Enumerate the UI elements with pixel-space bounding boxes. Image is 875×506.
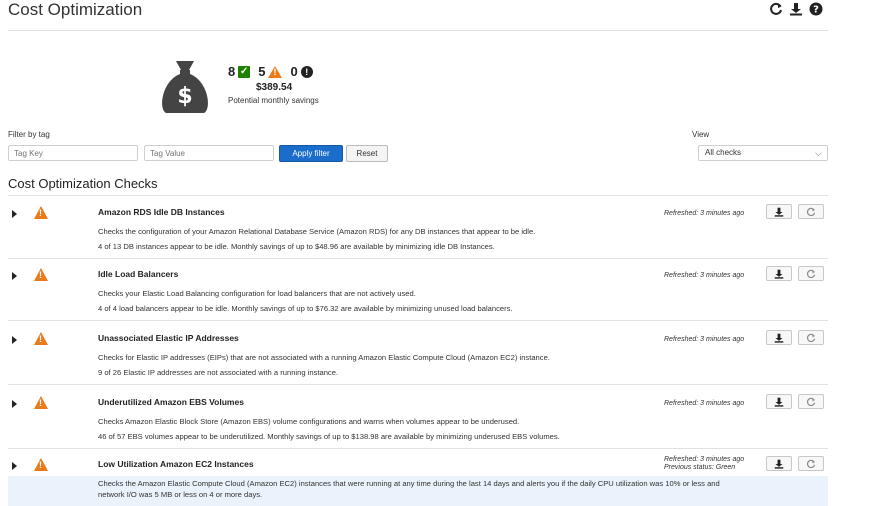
chevron-down-icon: ⌵: [815, 148, 822, 158]
download-icon: [774, 207, 784, 217]
download-button[interactable]: [766, 394, 792, 409]
refresh-icon: [806, 269, 816, 278]
download-button[interactable]: [766, 204, 792, 219]
svg-text:$: $: [177, 84, 192, 109]
check-result: 9 of 26 Elastic IP addresses are not ass…: [98, 368, 339, 377]
expand-caret-icon[interactable]: [12, 400, 17, 408]
check-name[interactable]: Low Utilization Amazon EC2 Instances: [98, 459, 254, 469]
check-name[interactable]: Unassociated Elastic IP Addresses: [98, 333, 239, 343]
row-divider: [8, 320, 828, 321]
refresh-icon: [806, 397, 816, 406]
refreshed-time: Refreshed: 3 minutes ago: [664, 272, 745, 279]
download-icon: [774, 333, 784, 343]
refresh-button[interactable]: [798, 204, 824, 219]
check-result: 4 of 13 DB instances appear to be idle. …: [98, 242, 495, 251]
ok-count: 8: [228, 64, 236, 79]
check-row[interactable]: Underutilized Amazon EBS Volumes Checks …: [0, 394, 875, 450]
warning-icon: [34, 458, 48, 471]
svg-text:?: ?: [813, 4, 819, 15]
check-row[interactable]: Low Utilization Amazon EC2 Instances Che…: [0, 456, 875, 506]
check-description: Checks Amazon Elastic Block Store (Amazo…: [98, 417, 520, 426]
expand-caret-icon[interactable]: [12, 336, 17, 344]
reset-button[interactable]: Reset: [346, 145, 388, 162]
tag-value-input[interactable]: [144, 145, 274, 161]
check-row[interactable]: Unassociated Elastic IP Addresses Checks…: [0, 330, 875, 386]
money-bag-icon: $: [156, 57, 214, 115]
filter-by-tag-label: Filter by tag: [8, 130, 50, 139]
header-actions: ?: [768, 0, 824, 17]
refreshed-time: Refreshed: 3 minutes ago: [664, 210, 745, 217]
help-icon[interactable]: ?: [808, 0, 824, 17]
check-result: 4 of 4 load balancers appear to be idle.…: [98, 304, 513, 313]
previous-status: Previous status: Green: [664, 464, 736, 471]
refresh-button[interactable]: [798, 266, 824, 281]
refresh-icon: [806, 333, 816, 342]
savings-amount: $389.54: [256, 82, 293, 93]
apply-filter-button[interactable]: Apply filter: [279, 145, 343, 162]
download-icon: [774, 269, 784, 279]
refresh-icon[interactable]: [768, 0, 784, 17]
check-description: Checks for Elastic IP addresses (EIPs) t…: [98, 353, 550, 362]
check-result: network I/O was 5 MB or less on 4 or mor…: [98, 490, 263, 499]
check-description: Checks the configuration of your Amazon …: [98, 227, 536, 236]
refresh-icon: [806, 459, 816, 468]
header-divider: [8, 30, 828, 31]
row-divider: [8, 258, 828, 259]
warning-icon: [34, 332, 48, 345]
page-title: Cost Optimization: [8, 0, 143, 19]
tag-key-input[interactable]: [8, 145, 138, 161]
refresh-button[interactable]: [798, 456, 824, 471]
section-title: Cost Optimization Checks: [8, 176, 158, 191]
warning-icon: [34, 206, 48, 219]
refreshed-time: Refreshed: 3 minutes ago: [664, 456, 745, 463]
checkmark-icon: ✓: [238, 65, 251, 78]
section-divider: [8, 195, 828, 196]
warning-icon: [34, 396, 48, 409]
check-name[interactable]: Amazon RDS Idle DB Instances: [98, 207, 225, 217]
expand-caret-icon[interactable]: [12, 272, 17, 280]
expand-caret-icon[interactable]: [12, 210, 17, 218]
warning-count: 5: [258, 64, 266, 79]
download-icon[interactable]: [788, 0, 804, 17]
download-button[interactable]: [766, 330, 792, 345]
download-button[interactable]: [766, 456, 792, 471]
download-icon: [774, 397, 784, 407]
error-icon: !: [300, 65, 313, 78]
row-divider: [8, 384, 828, 385]
download-icon: [774, 459, 784, 469]
check-row[interactable]: Idle Load Balancers Checks your Elastic …: [0, 266, 875, 322]
refreshed-time: Refreshed: 3 minutes ago: [664, 400, 745, 407]
download-button[interactable]: [766, 266, 792, 281]
check-description: Checks the Amazon Elastic Compute Cloud …: [98, 479, 720, 488]
refreshed-time: Refreshed: 3 minutes ago: [664, 336, 745, 343]
refresh-button[interactable]: [798, 394, 824, 409]
view-select-value: All checks: [705, 148, 742, 157]
check-name[interactable]: Underutilized Amazon EBS Volumes: [98, 397, 244, 407]
expand-caret-icon[interactable]: [12, 462, 17, 470]
check-result: 46 of 57 EBS volumes appear to be underu…: [98, 432, 560, 441]
error-count: 0: [290, 64, 298, 79]
view-label: View: [692, 130, 710, 139]
view-select[interactable]: All checks ⌵: [698, 145, 828, 161]
check-name[interactable]: Idle Load Balancers: [98, 269, 178, 279]
check-row[interactable]: Amazon RDS Idle DB Instances Checks the …: [0, 204, 875, 260]
warning-icon: [268, 65, 283, 78]
row-divider: [8, 448, 828, 449]
savings-label: Potential monthly savings: [228, 96, 319, 105]
refresh-icon: [806, 207, 816, 216]
warning-icon: [34, 268, 48, 281]
refresh-button[interactable]: [798, 330, 824, 345]
check-description: Checks your Elastic Load Balancing confi…: [98, 289, 416, 298]
check-status-counts: 8 ✓ 5 0 !: [228, 64, 313, 79]
